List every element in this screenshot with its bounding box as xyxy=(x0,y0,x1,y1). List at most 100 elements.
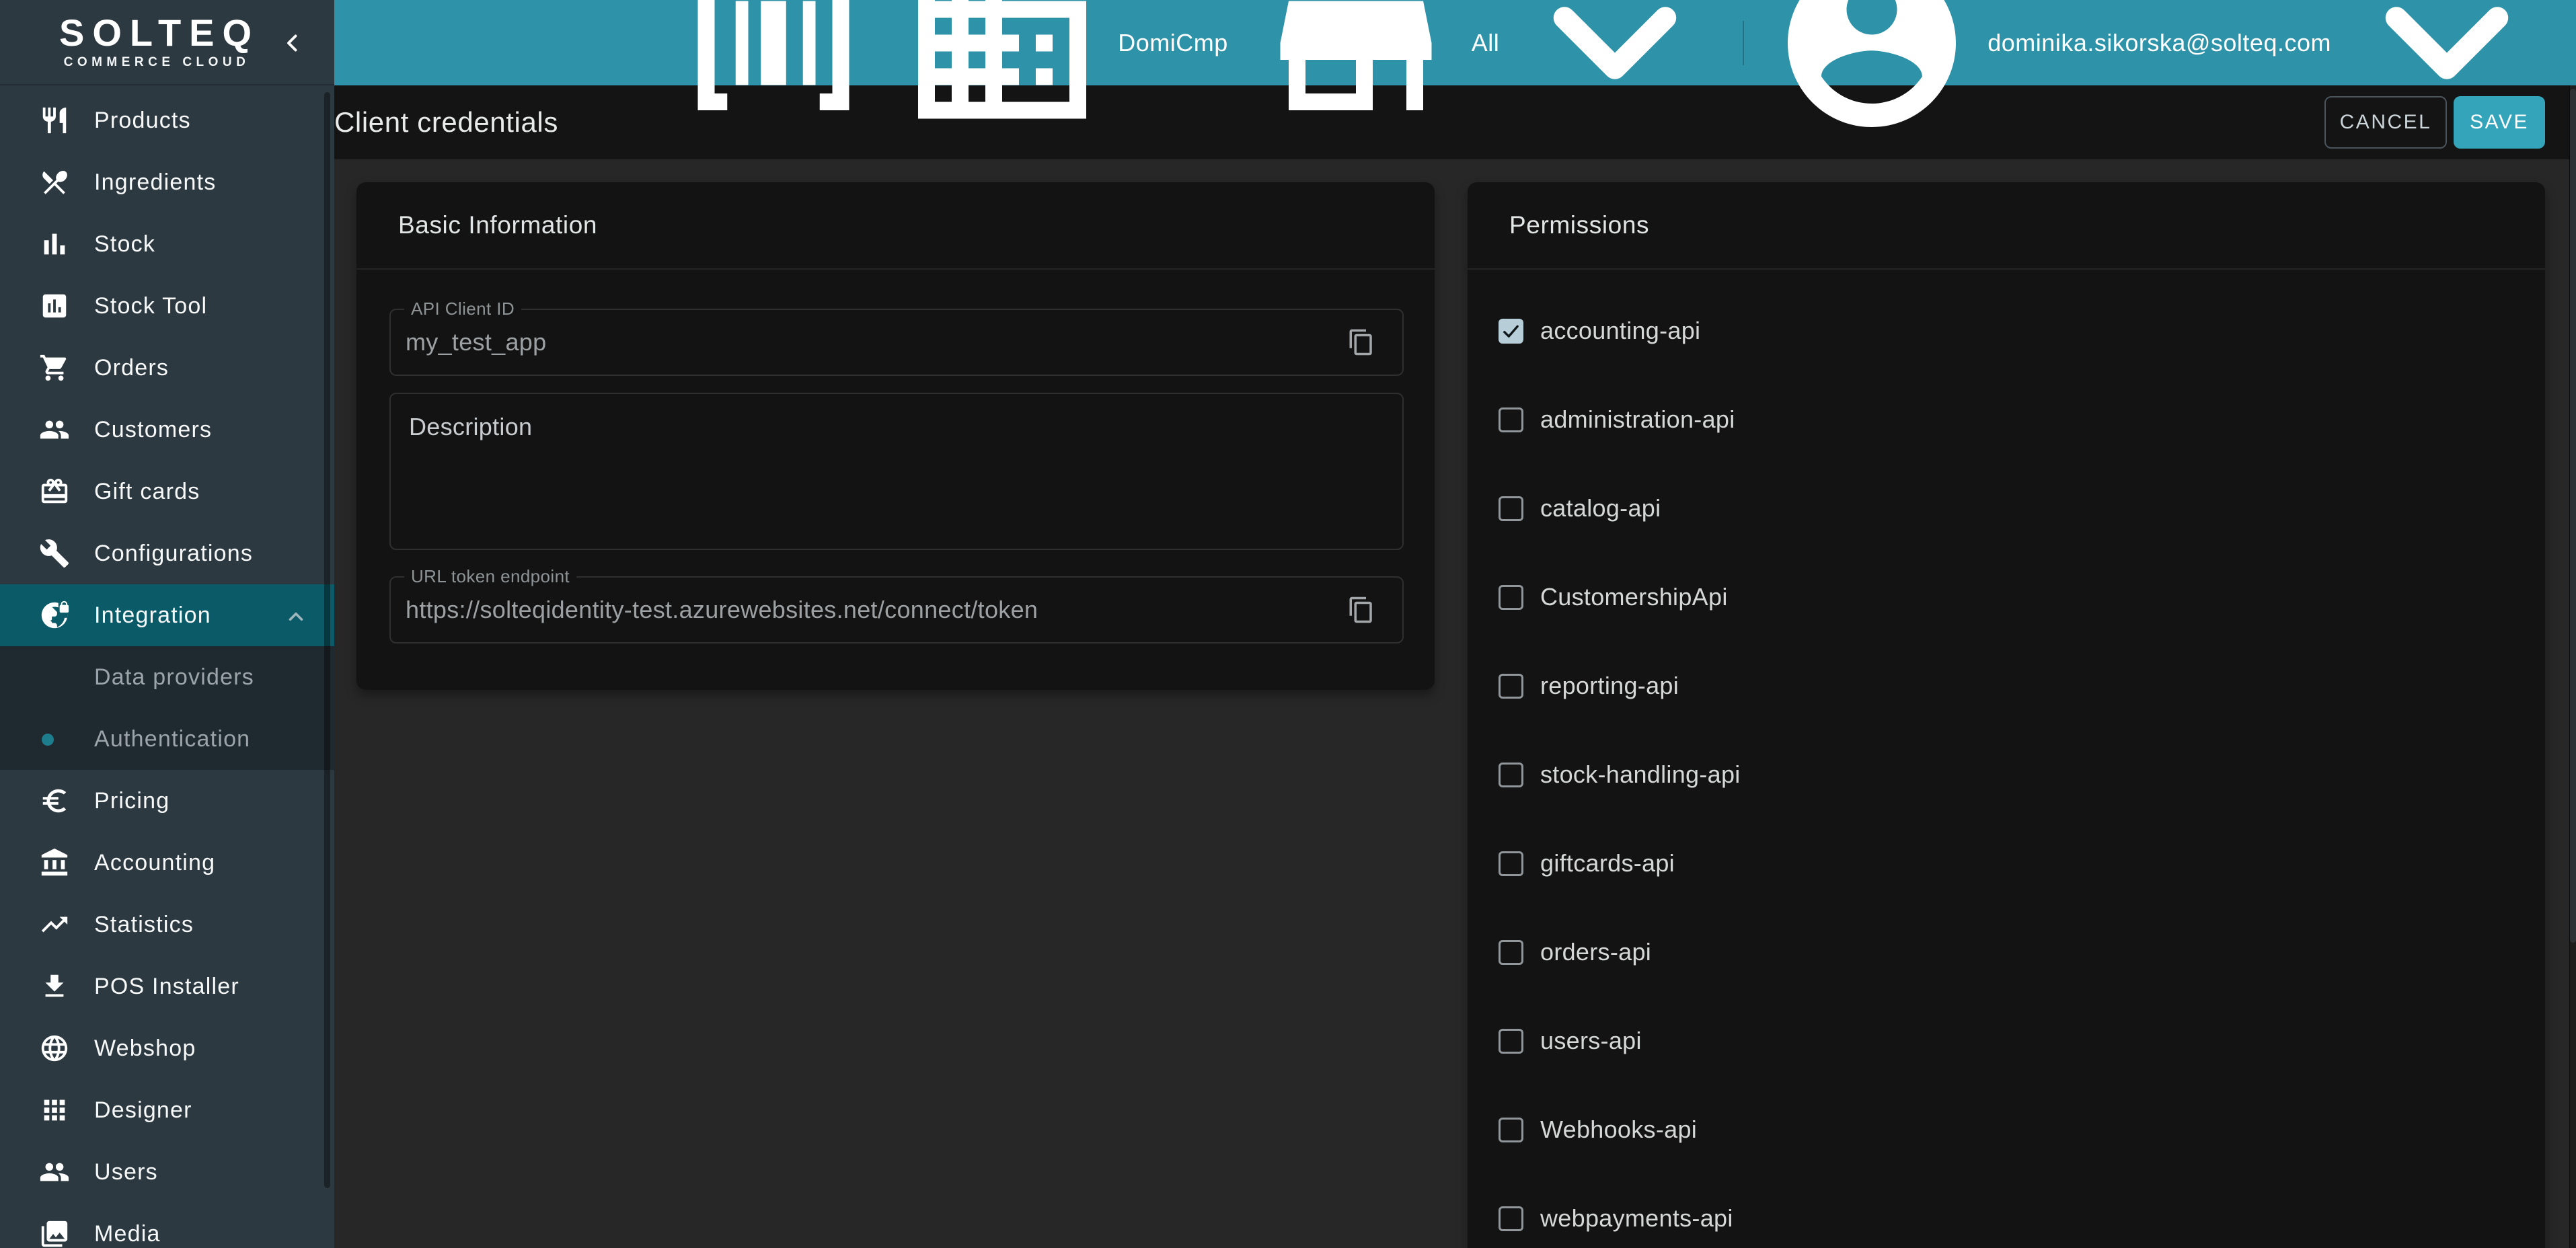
permission-label: CustomershipApi xyxy=(1540,583,1728,611)
sidebar-submenu-integration: Data providers Authentication xyxy=(0,646,334,770)
copy-url-token-button[interactable] xyxy=(1347,596,1375,624)
permission-label: administration-api xyxy=(1540,405,1735,434)
checkbox-unchecked[interactable] xyxy=(1499,674,1523,699)
sidebar-item-label: Integration xyxy=(94,602,211,629)
permission-row: giftcards-api xyxy=(1468,819,2545,908)
sidebar-item-stock[interactable]: Stock xyxy=(0,213,334,275)
restaurant-menu-icon xyxy=(39,167,70,198)
sidebar-item-label: Customers xyxy=(94,417,212,443)
permission-row: administration-api xyxy=(1468,375,2545,464)
permission-label: reporting-api xyxy=(1540,672,1679,700)
sidebar-item-customers[interactable]: Customers xyxy=(0,399,334,461)
sidebar-item-label: Products xyxy=(94,108,191,134)
brand-subtitle: COMMERCE CLOUD xyxy=(59,55,254,70)
checkbox-unchecked[interactable] xyxy=(1499,763,1523,787)
sidebar-subitem-authentication[interactable]: Authentication xyxy=(0,708,334,770)
chevron-down-icon xyxy=(1514,0,1716,144)
sidebar-item-label: Gift cards xyxy=(94,479,200,505)
checkbox-unchecked[interactable] xyxy=(1499,585,1523,610)
basic-information-title: Basic Information xyxy=(356,182,1435,270)
description-field[interactable]: Description xyxy=(389,393,1404,550)
main-content: Basic Information API Client ID my_test_… xyxy=(334,159,2576,1248)
sidebar-item-label: Statistics xyxy=(94,912,194,938)
permissions-title: Permissions xyxy=(1468,182,2545,270)
sidebar-subitem-label: Authentication xyxy=(94,726,250,752)
permission-row: reporting-api xyxy=(1468,641,2545,730)
sidebar-item-orders[interactable]: Orders xyxy=(0,337,334,399)
photo-library-icon xyxy=(39,1218,70,1248)
sidebar-subitem-data-providers[interactable]: Data providers xyxy=(0,646,334,708)
permission-row: catalog-api xyxy=(1468,464,2545,553)
trending-up-icon xyxy=(39,909,70,940)
sidebar-item-integration[interactable]: Integration xyxy=(0,584,334,646)
sidebar-item-label: Pricing xyxy=(94,788,169,814)
permission-row: CustomershipApi xyxy=(1468,553,2545,641)
people-icon xyxy=(39,1157,70,1187)
bank-icon xyxy=(39,847,70,878)
sidebar-item-media[interactable]: Media xyxy=(0,1203,334,1248)
checkbox-unchecked[interactable] xyxy=(1499,1118,1523,1142)
chevron-up-icon xyxy=(285,605,307,628)
company-selector[interactable]: DomiCmp xyxy=(901,0,1228,144)
permission-label: accounting-api xyxy=(1540,317,1700,345)
sidebar-item-label: POS Installer xyxy=(94,974,239,1000)
permission-row: Webhooks-api xyxy=(1468,1085,2545,1174)
checkbox-unchecked[interactable] xyxy=(1499,1206,1523,1231)
chevron-down-icon xyxy=(2346,0,2548,144)
sidebar-item-configurations[interactable]: Configurations xyxy=(0,522,334,584)
barcode-scanner-icon[interactable] xyxy=(673,0,874,144)
bar-chart-icon xyxy=(39,229,70,260)
sidebar-subitem-label: Data providers xyxy=(94,664,254,691)
basic-information-card: Basic Information API Client ID my_test_… xyxy=(356,182,1435,690)
account-circle-icon xyxy=(1771,0,1973,144)
storefront-icon xyxy=(1255,0,1457,144)
building-icon xyxy=(901,0,1103,144)
checkbox-unchecked[interactable] xyxy=(1499,496,1523,521)
checkbox-unchecked[interactable] xyxy=(1499,407,1523,432)
active-item-dot xyxy=(42,734,54,746)
checkbox-unchecked[interactable] xyxy=(1499,1029,1523,1054)
sidebar-item-products[interactable]: Products xyxy=(0,89,334,151)
wrench-icon xyxy=(39,538,70,569)
people-icon xyxy=(39,414,70,445)
copy-api-client-id-button[interactable] xyxy=(1347,328,1375,356)
sidebar-item-label: Stock xyxy=(94,231,155,258)
sidebar-item-label: Configurations xyxy=(94,541,253,567)
copy-icon xyxy=(1347,596,1375,624)
permissions-card: Permissions accounting-api administration… xyxy=(1468,182,2545,1248)
sidebar-item-ingredients[interactable]: Ingredients xyxy=(0,151,334,213)
sidebar-item-stock-tool[interactable]: Stock Tool xyxy=(0,275,334,337)
company-name: DomiCmp xyxy=(1118,29,1228,57)
permission-label: webpayments-api xyxy=(1540,1204,1733,1233)
checkbox-unchecked[interactable] xyxy=(1499,940,1523,965)
sidebar-scrollbar[interactable] xyxy=(324,92,330,1188)
permission-row: accounting-api xyxy=(1468,286,2545,375)
api-client-id-field: API Client ID my_test_app xyxy=(389,309,1404,376)
sidebar-item-accounting[interactable]: Accounting xyxy=(0,832,334,894)
sidebar-item-statistics[interactable]: Statistics xyxy=(0,894,334,956)
sidebar-item-pricing[interactable]: Pricing xyxy=(0,770,334,832)
scanner-group[interactable] xyxy=(673,0,874,144)
sidebar-item-gift-cards[interactable]: Gift cards xyxy=(0,461,334,522)
permission-label: users-api xyxy=(1540,1027,1642,1055)
sidebar-item-pos-installer[interactable]: POS Installer xyxy=(0,956,334,1017)
page-scrollbar-thumb[interactable] xyxy=(2570,89,2576,943)
permission-row: webpayments-api xyxy=(1468,1174,2545,1248)
checkbox-checked[interactable] xyxy=(1499,319,1523,344)
brand-title: SOLTEQ xyxy=(59,13,254,52)
checkbox-unchecked[interactable] xyxy=(1499,851,1523,876)
chart-box-icon xyxy=(39,290,70,321)
brand-logo: SOLTEQ COMMERCE CLOUD xyxy=(0,0,334,85)
sidebar-item-webshop[interactable]: Webshop xyxy=(0,1017,334,1079)
download-icon xyxy=(39,971,70,1002)
sidebar-collapse-button[interactable] xyxy=(280,31,305,55)
user-menu[interactable]: dominika.sikorska@solteq.com xyxy=(1771,0,2548,144)
permission-label: catalog-api xyxy=(1540,494,1661,522)
shop-selector[interactable]: All xyxy=(1255,0,1716,144)
sidebar-item-users[interactable]: Users xyxy=(0,1141,334,1203)
sidebar-item-designer[interactable]: Designer xyxy=(0,1079,334,1141)
sidebar-menu: Products Ingredients Stock Stock ToolOrders… xyxy=(0,85,334,1248)
api-client-id-value: my_test_app xyxy=(406,310,546,375)
globe-icon xyxy=(39,1033,70,1064)
shop-scope-value: All xyxy=(1472,29,1500,57)
